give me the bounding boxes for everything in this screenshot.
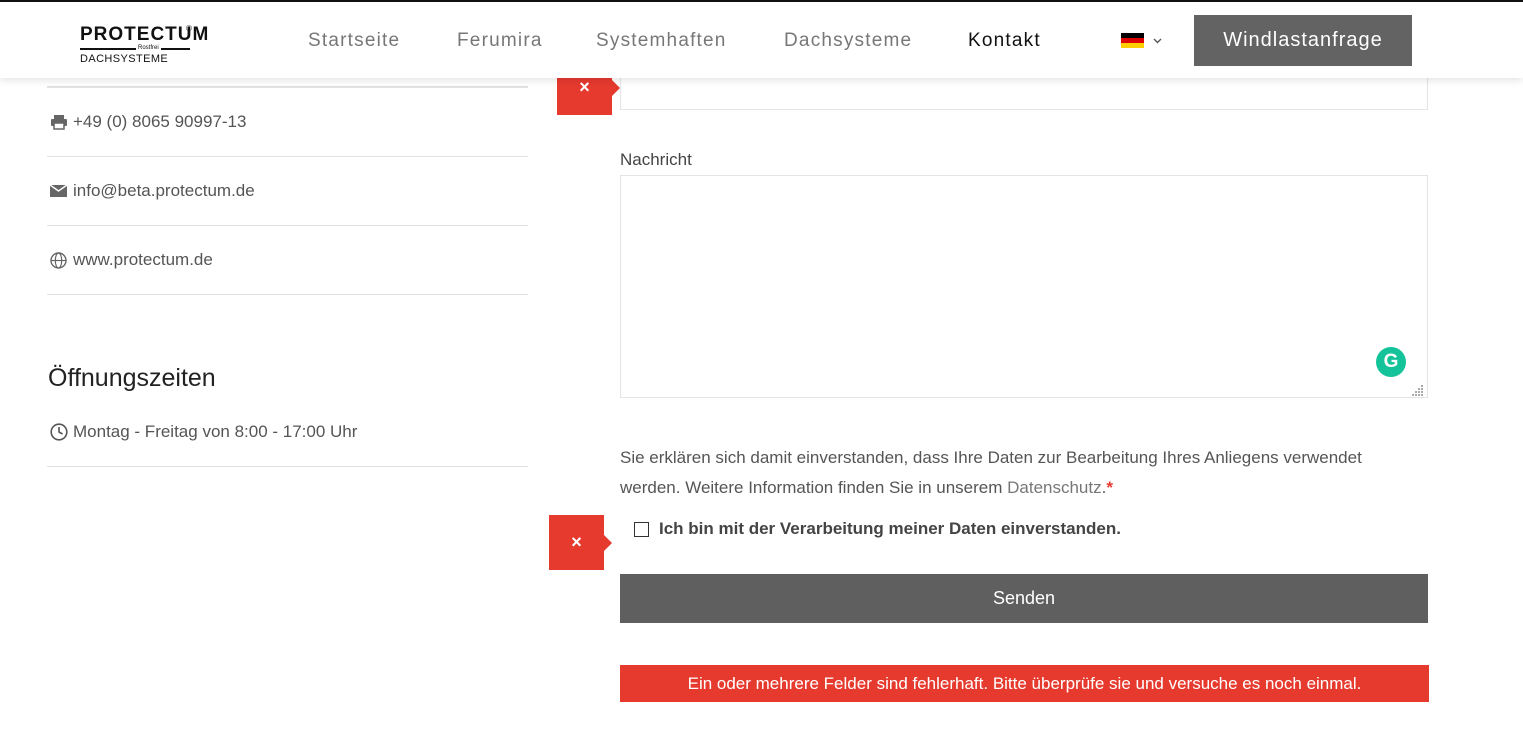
consent-checkbox[interactable] xyxy=(634,521,649,537)
site-header: PROTECTUM ® Rostfrei DACHSYSTEME Startse… xyxy=(0,0,1523,78)
nav-systemhaften[interactable]: Systemhaften xyxy=(596,29,727,53)
required-marker: * xyxy=(1106,478,1113,497)
nav-dachsysteme[interactable]: Dachsysteme xyxy=(784,29,912,53)
consent-checkbox-label[interactable]: Ich bin mit der Verarbeitung meiner Date… xyxy=(659,519,1121,539)
opening-hours-text: Montag - Freitag von 8:00 - 17:00 Uhr xyxy=(73,422,358,441)
close-icon: × xyxy=(579,77,590,97)
globe-icon xyxy=(47,251,73,269)
consent-text: Sie erklären sich damit einverstanden, d… xyxy=(620,448,1362,497)
close-icon: × xyxy=(571,532,582,552)
protectum-logo[interactable]: PROTECTUM ® Rostfrei DACHSYSTEME xyxy=(80,24,208,66)
nav-ferumira[interactable]: Ferumira xyxy=(457,29,543,53)
german-flag-icon xyxy=(1121,33,1144,48)
nav-startseite[interactable]: Startseite xyxy=(308,29,400,53)
contact-web-row: www.protectum.de xyxy=(47,226,528,295)
windlast-request-button[interactable]: Windlastanfrage xyxy=(1194,15,1412,66)
website-link[interactable]: www.protectum.de xyxy=(73,250,213,270)
opening-hours-title: Öffnungszeiten xyxy=(48,364,216,392)
privacy-link[interactable]: Datenschutz xyxy=(1007,478,1102,497)
form-error-banner: Ein oder mehrere Felder sind fehlerhaft.… xyxy=(620,665,1429,702)
consent-checkbox-row[interactable]: Ich bin mit der Verarbeitung meiner Date… xyxy=(634,519,1121,539)
message-textarea[interactable] xyxy=(620,175,1428,398)
checkbox-error-marker: × xyxy=(549,515,612,570)
printer-icon xyxy=(47,114,73,130)
message-label: Nachricht xyxy=(620,150,692,169)
language-switcher[interactable] xyxy=(1121,33,1162,48)
envelope-icon xyxy=(47,185,73,197)
grammarly-icon[interactable]: G xyxy=(1376,347,1406,377)
opening-hours-row: Montag - Freitag von 8:00 - 17:00 Uhr xyxy=(47,398,528,467)
resize-handle-icon[interactable] xyxy=(1412,383,1424,396)
clock-icon xyxy=(47,423,73,441)
email-link[interactable]: info@beta.protectum.de xyxy=(73,181,255,201)
nav-kontakt[interactable]: Kontakt xyxy=(968,29,1041,53)
contact-fax-row: +49 (0) 8065 90997-13 xyxy=(47,88,528,157)
chevron-down-icon xyxy=(1153,38,1162,43)
fax-number: +49 (0) 8065 90997-13 xyxy=(73,112,247,131)
submit-button[interactable]: Senden xyxy=(620,574,1428,623)
contact-email-row: info@beta.protectum.de xyxy=(47,157,528,226)
